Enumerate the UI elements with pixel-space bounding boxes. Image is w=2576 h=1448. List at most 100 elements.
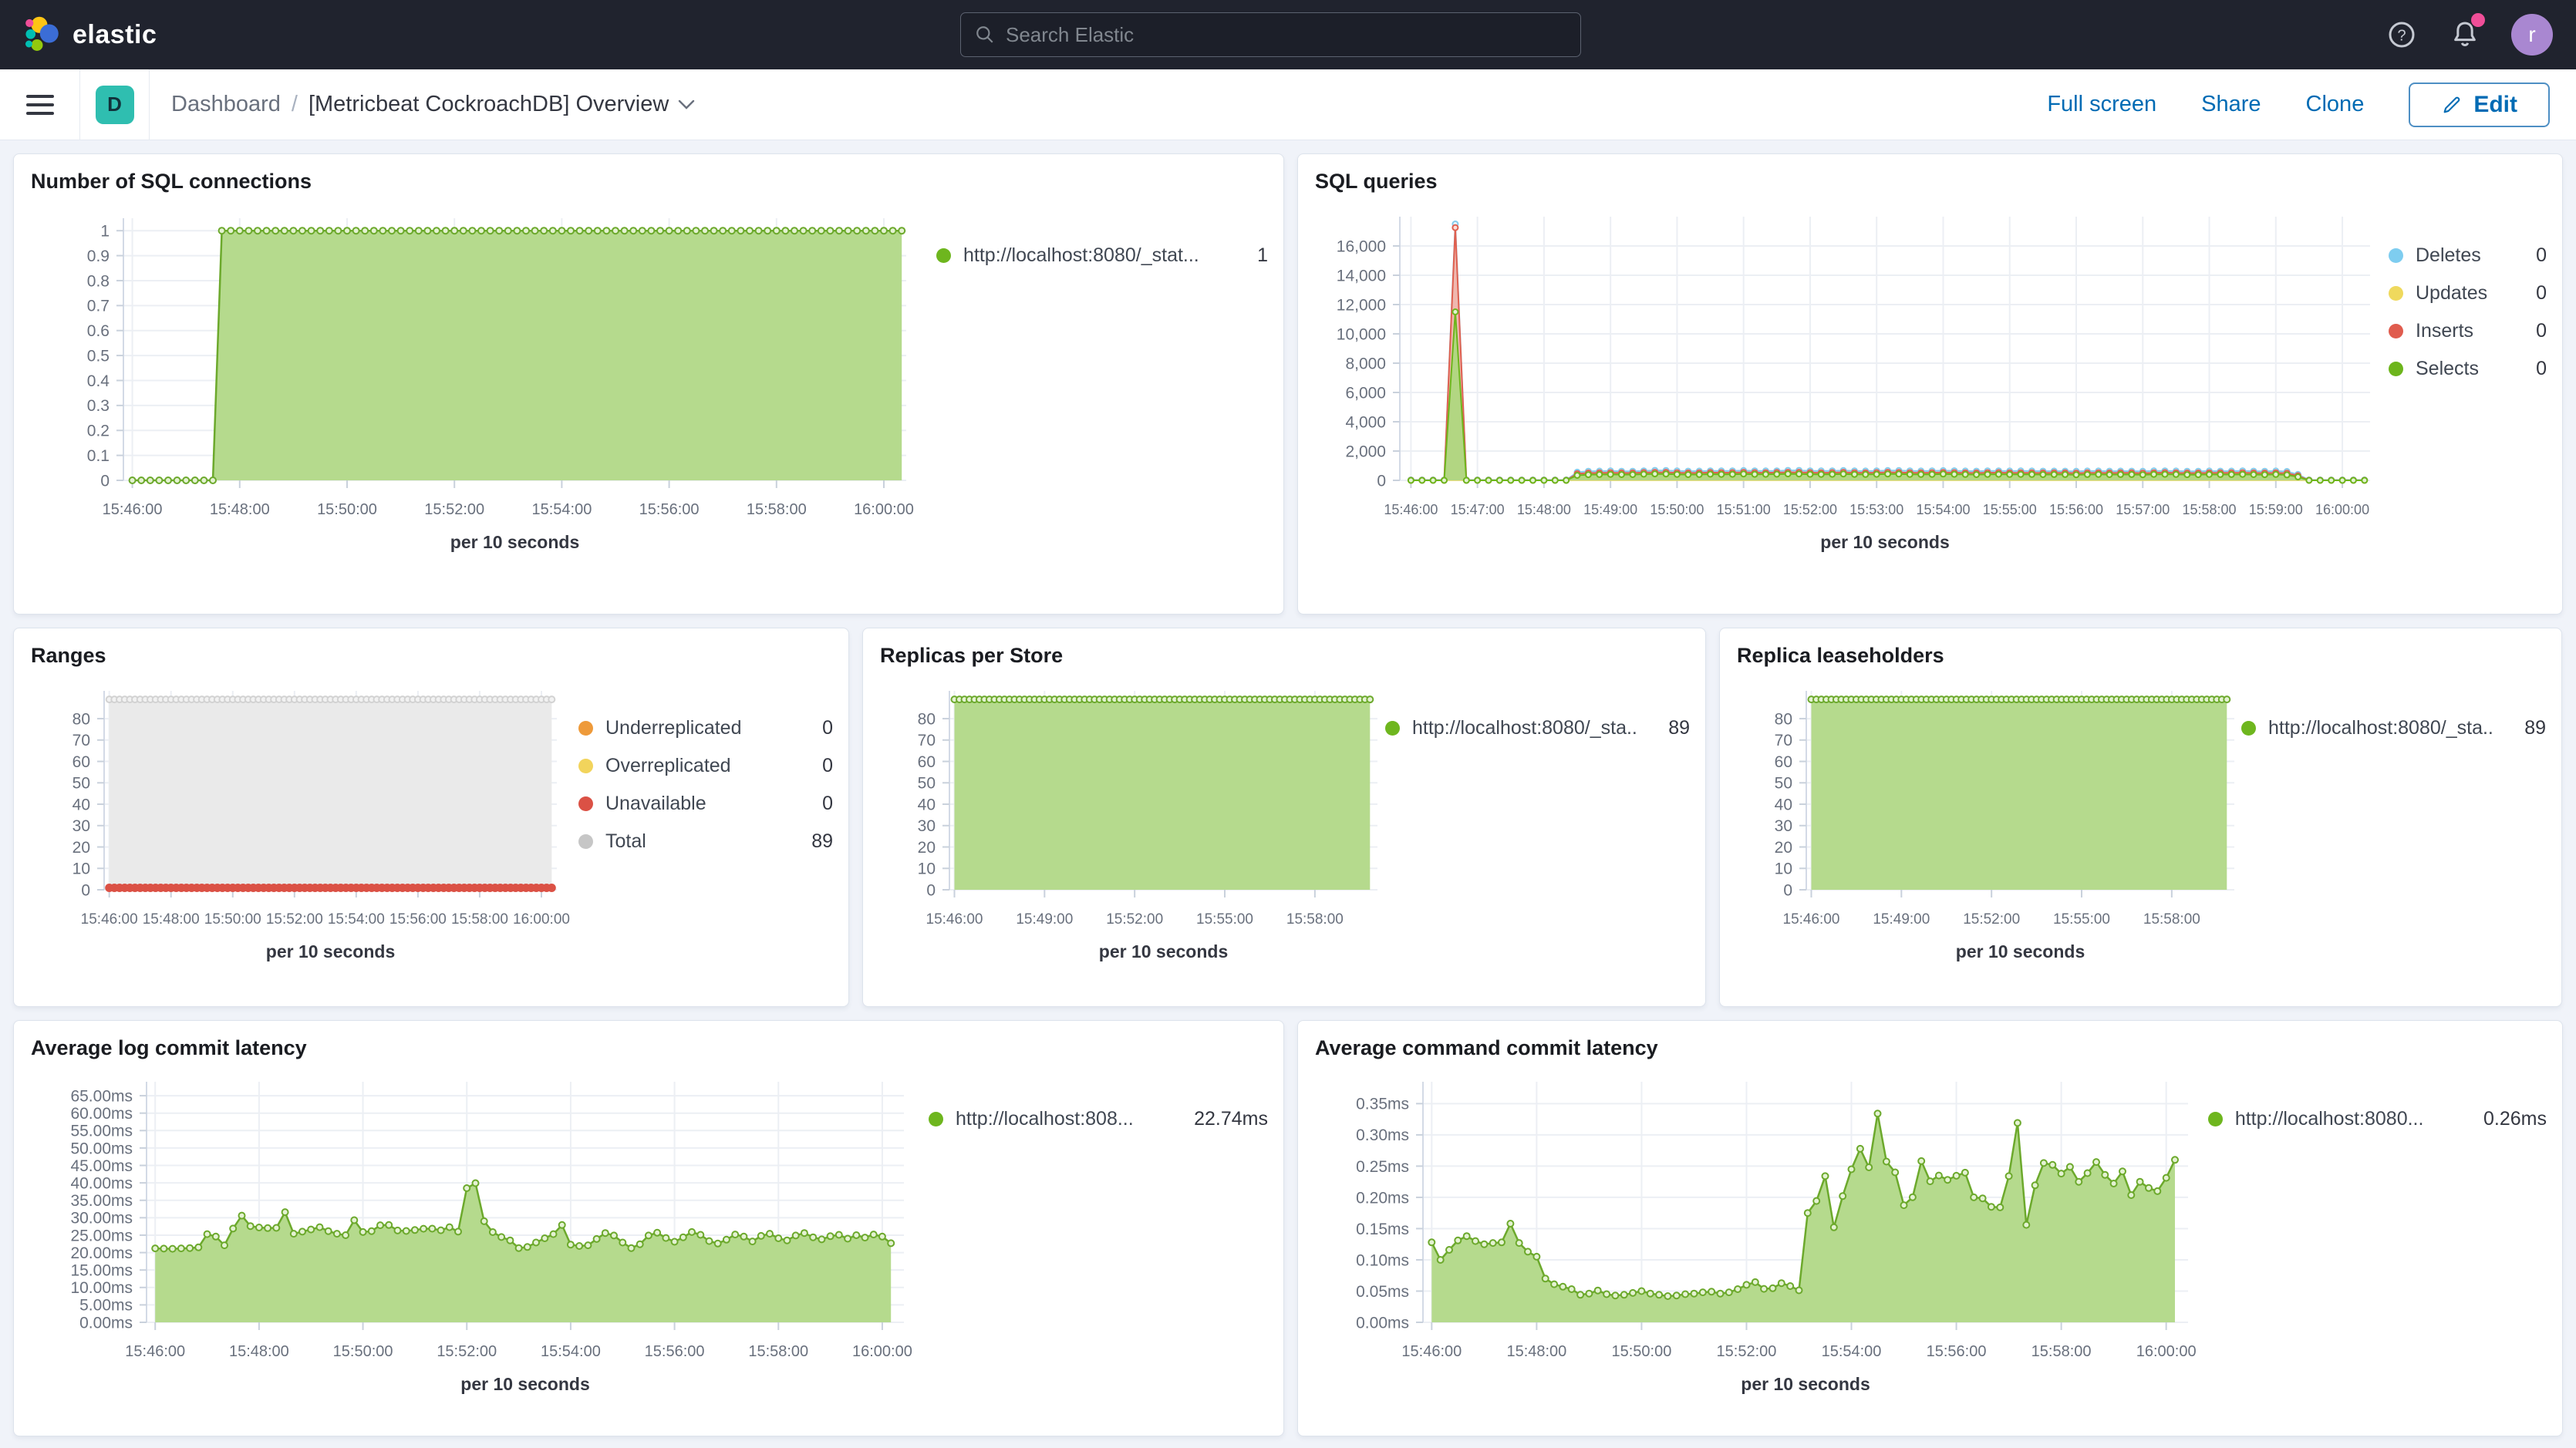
legend-value: 22.74ms <box>1175 1108 1268 1130</box>
svg-text:per 10 seconds: per 10 seconds <box>450 532 579 552</box>
legend-value: 0 <box>2517 244 2547 267</box>
svg-text:15:50:00: 15:50:00 <box>1611 1343 1671 1360</box>
legend-label: Underreplicated <box>605 717 742 739</box>
legend-item[interactable]: http://localhost:808...22.74ms <box>929 1108 1268 1130</box>
legend-value: 0 <box>804 755 833 777</box>
svg-text:30: 30 <box>72 817 90 835</box>
clone-button[interactable]: Clone <box>2306 92 2365 117</box>
legend-dot-icon <box>2389 286 2403 301</box>
legend-avg-command-commit-latency: http://localhost:8080...0.26ms <box>2208 1108 2547 1406</box>
legend-value: 0 <box>2517 320 2547 342</box>
global-search[interactable] <box>960 12 1581 57</box>
svg-text:16:00:00: 16:00:00 <box>2315 502 2369 517</box>
svg-text:15:52:00: 15:52:00 <box>437 1343 497 1360</box>
legend-item[interactable]: Total 89 <box>578 830 833 853</box>
chart-sql-connections[interactable]: 10.90.80.70.60.50.40.30.20.1015:46:0015:… <box>31 197 926 567</box>
legend-item[interactable]: http://localhost:8080/_sta...89 <box>1385 717 1690 739</box>
svg-text:15:46:00: 15:46:00 <box>103 501 163 518</box>
svg-text:80: 80 <box>918 710 936 728</box>
svg-text:80: 80 <box>1775 710 1792 728</box>
legend-item[interactable]: Unavailable0 <box>578 793 833 815</box>
legend-item[interactable]: http://localhost:8080...0.26ms <box>2208 1108 2547 1130</box>
user-avatar[interactable]: r <box>2511 14 2553 56</box>
edit-button-label: Edit <box>2473 92 2517 118</box>
svg-text:14,000: 14,000 <box>1337 267 1386 285</box>
svg-text:40.00ms: 40.00ms <box>70 1174 133 1192</box>
legend-item[interactable]: Deletes0 <box>2389 244 2547 267</box>
space-switcher[interactable]: D <box>80 69 150 140</box>
breadcrumb-separator: / <box>292 92 298 117</box>
nav-menu-button[interactable] <box>0 69 80 140</box>
share-button[interactable]: Share <box>2201 92 2261 117</box>
svg-text:60: 60 <box>1775 753 1792 771</box>
elastic-logo[interactable]: elastic <box>23 16 157 53</box>
chevron-down-icon <box>678 99 695 110</box>
svg-text:2,000: 2,000 <box>1345 443 1386 460</box>
svg-text:15:58:00: 15:58:00 <box>1286 911 1344 928</box>
legend-label: Selects <box>2416 358 2479 380</box>
legend-dot-icon <box>2208 1112 2223 1126</box>
notification-dot <box>2471 13 2485 27</box>
page-title[interactable]: [Metricbeat CockroachDB] Overview <box>309 92 695 117</box>
svg-text:15:52:00: 15:52:00 <box>424 501 484 518</box>
chart-sql-queries[interactable]: 16,00014,00012,00010,0008,0006,0004,0002… <box>1315 197 2387 567</box>
legend-value: 89 <box>793 830 833 853</box>
svg-text:0.35ms: 0.35ms <box>1356 1096 1409 1113</box>
svg-text:15:46:00: 15:46:00 <box>926 911 983 928</box>
panel-title-avg-log-commit-latency: Average log commit latency <box>31 1036 1268 1060</box>
svg-text:15:52:00: 15:52:00 <box>1717 1343 1777 1360</box>
legend-ranges: Underreplicated0 Overreplicated 0 Unavailab… <box>578 717 833 973</box>
svg-text:40: 40 <box>918 796 936 813</box>
svg-text:16:00:00: 16:00:00 <box>2136 1343 2197 1360</box>
legend-item[interactable]: Inserts 0 <box>2389 320 2547 342</box>
legend-label: http://localhost:8080/_sta... <box>1412 717 1637 739</box>
svg-text:15:48:00: 15:48:00 <box>143 911 200 928</box>
svg-text:0: 0 <box>926 881 936 899</box>
chart-avg-log-commit-latency[interactable]: 65.00ms60.00ms55.00ms50.00ms45.00ms40.00… <box>31 1063 926 1406</box>
legend-item[interactable]: Overreplicated 0 <box>578 755 833 777</box>
chart-panel-ranges: Ranges8070605040302010015:46:0015:48:001… <box>13 628 849 1007</box>
legend-replica-leaseholders: http://localhost:8080/_sta...89 <box>2241 717 2546 973</box>
svg-text:16,000: 16,000 <box>1337 237 1386 255</box>
svg-text:60.00ms: 60.00ms <box>70 1105 133 1123</box>
full-screen-button[interactable]: Full screen <box>2047 92 2156 117</box>
panel-title-replicas-per-store: Replicas per Store <box>880 644 1690 668</box>
svg-text:0.3: 0.3 <box>87 397 110 415</box>
chart-replica-leaseholders[interactable]: 8070605040302010015:46:0015:49:0015:52:0… <box>1737 671 2241 973</box>
svg-text:10: 10 <box>72 860 90 878</box>
svg-text:per 10 seconds: per 10 seconds <box>1956 941 2085 961</box>
legend-item[interactable]: http://localhost:8080/_stat...1 <box>936 244 1268 267</box>
breadcrumb-dashboard-link[interactable]: Dashboard <box>171 92 281 117</box>
svg-text:per 10 seconds: per 10 seconds <box>460 1374 589 1394</box>
legend-label: Overreplicated <box>605 755 731 777</box>
legend-dot-icon <box>578 721 593 736</box>
legend-item[interactable]: Updates0 <box>2389 282 2547 305</box>
svg-text:0.4: 0.4 <box>87 372 110 390</box>
help-icon[interactable]: ? <box>2385 18 2419 52</box>
panel-title-sql-queries: SQL queries <box>1315 170 2547 194</box>
svg-text:0.9: 0.9 <box>87 248 110 265</box>
svg-text:15:56:00: 15:56:00 <box>2049 502 2103 517</box>
legend-label: Inserts <box>2416 320 2473 342</box>
svg-text:60: 60 <box>918 753 936 771</box>
legend-label: Total <box>605 830 646 853</box>
alerts-bell-icon[interactable] <box>2448 18 2482 52</box>
svg-text:10,000: 10,000 <box>1337 325 1386 343</box>
chart-ranges[interactable]: 8070605040302010015:46:0015:48:0015:50:0… <box>31 671 571 973</box>
edit-button[interactable]: Edit <box>2409 83 2550 127</box>
legend-item[interactable]: http://localhost:8080/_sta...89 <box>2241 717 2546 739</box>
svg-text:15:54:00: 15:54:00 <box>541 1343 601 1360</box>
svg-text:per 10 seconds: per 10 seconds <box>1741 1374 1870 1394</box>
svg-text:0.8: 0.8 <box>87 272 110 290</box>
chart-replicas-per-store[interactable]: 8070605040302010015:46:0015:49:0015:52:0… <box>880 671 1385 973</box>
panel-title-replica-leaseholders: Replica leaseholders <box>1737 644 2546 668</box>
legend-label: http://localhost:8080... <box>2235 1108 2424 1130</box>
logo-wordmark: elastic <box>72 20 157 50</box>
svg-text:15:58:00: 15:58:00 <box>451 911 508 928</box>
search-input[interactable] <box>1006 23 1566 47</box>
legend-item[interactable]: Selects0 <box>2389 358 2547 380</box>
legend-dot-icon <box>578 834 593 849</box>
legend-dot-icon <box>2389 324 2403 338</box>
chart-avg-command-commit-latency[interactable]: 0.35ms0.30ms0.25ms0.20ms0.15ms0.10ms0.05… <box>1315 1063 2208 1406</box>
legend-item[interactable]: Underreplicated0 <box>578 717 833 739</box>
